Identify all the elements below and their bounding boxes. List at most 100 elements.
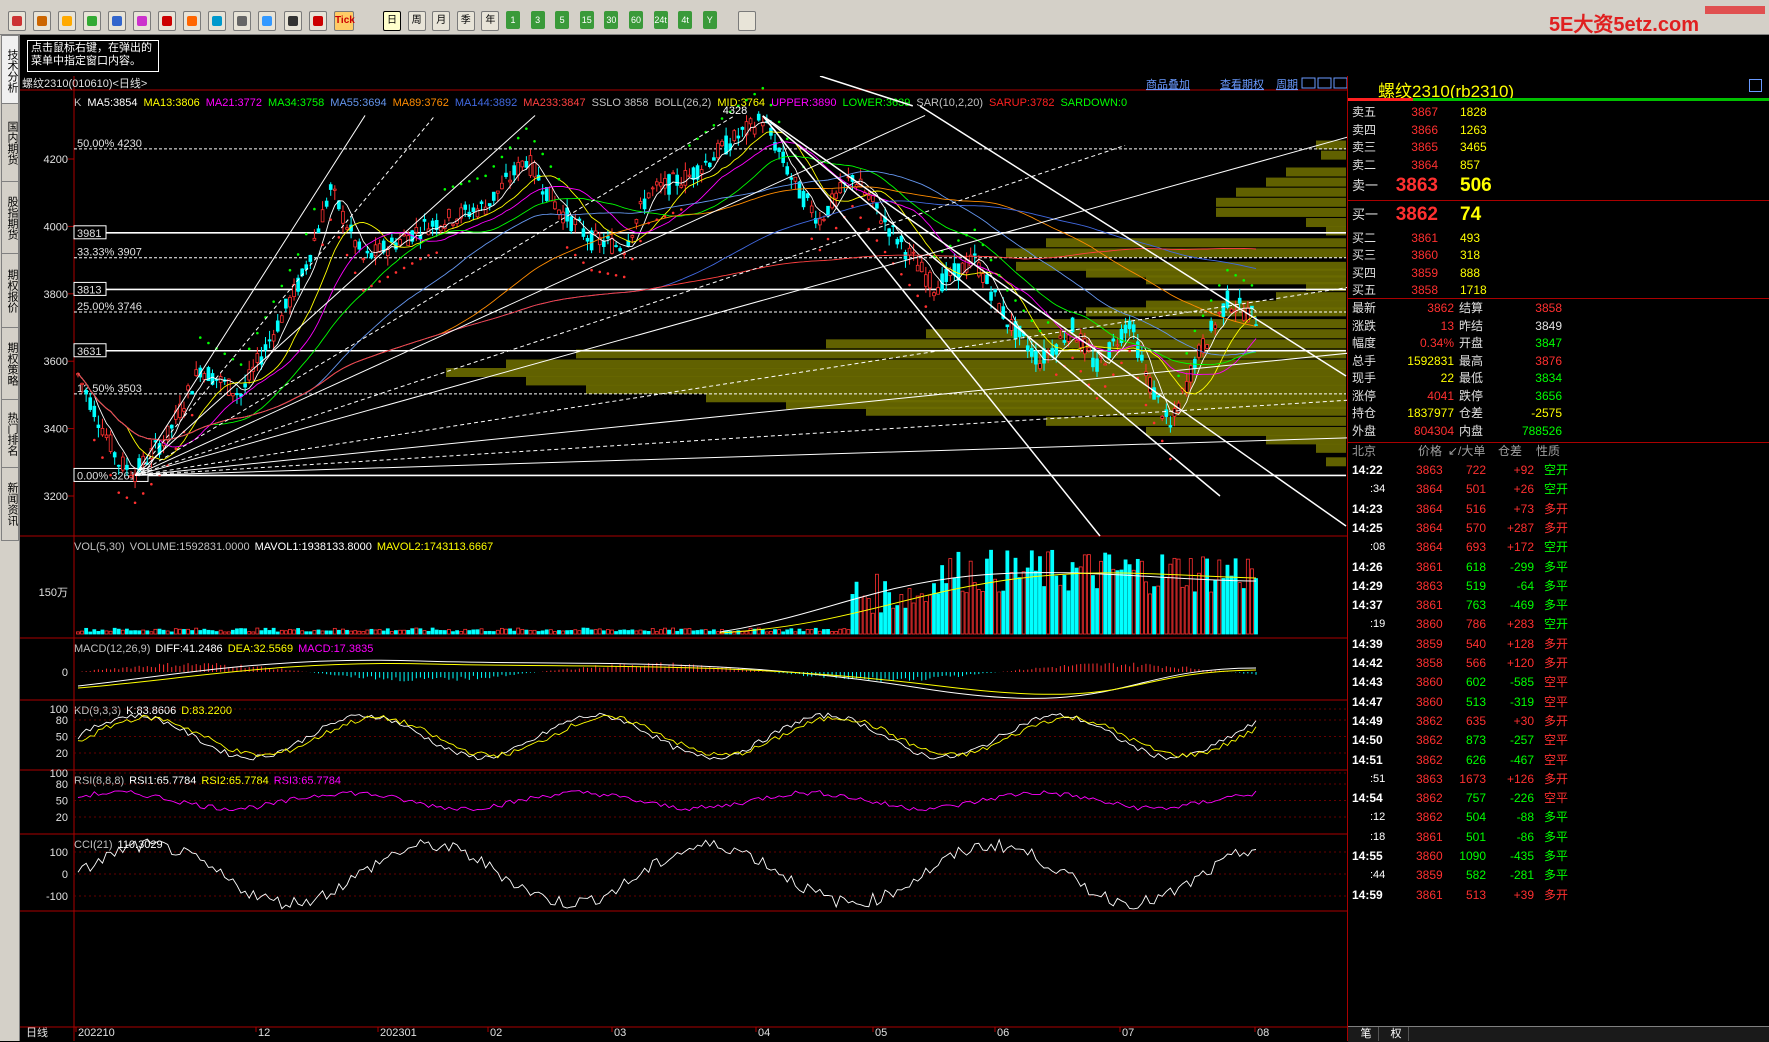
left-tab-2[interactable]: 股指期货	[1, 181, 19, 255]
home-icon[interactable]	[8, 11, 26, 31]
disk-icon[interactable]	[58, 11, 76, 31]
candle-body	[284, 298, 288, 309]
left-tab-6[interactable]: 新闻资讯	[1, 467, 19, 541]
candle-body	[740, 126, 745, 130]
period-11-button[interactable]: 24t	[653, 11, 668, 29]
volume-bar	[528, 630, 533, 635]
tick-time: 14:22	[1352, 463, 1383, 477]
volume-profile-bar	[1236, 187, 1346, 197]
stat-value: 788526	[1521, 423, 1562, 438]
pen-icon[interactable]	[183, 11, 201, 31]
period-1-button[interactable]: 周	[407, 11, 426, 31]
left-tab-0[interactable]: 技术分析	[1, 35, 19, 107]
tick-nature: 空平	[1543, 733, 1568, 748]
sar-dot	[1046, 321, 1050, 324]
period-6-button[interactable]: 3	[530, 11, 545, 29]
period-10-button[interactable]: 60	[629, 11, 643, 29]
tick-price: 3861	[1416, 887, 1443, 902]
tick-row: 14:47 3860 513 -319 空平	[1348, 694, 1570, 711]
kline-chart-area[interactable]: 螺纹2310(010610)<日线> 商品叠加 查看期权 周期 K MA5:3854 MA1…	[20, 76, 1347, 1041]
volume-bar	[830, 631, 834, 635]
tick-row: 14:51 3862 626 -467 空平	[1348, 752, 1570, 769]
tick-price: 3860	[1416, 694, 1443, 709]
refresh-icon[interactable]	[83, 11, 101, 31]
new-icon[interactable]	[258, 11, 276, 31]
period-9-button[interactable]: 30	[604, 11, 619, 29]
left-tab-4[interactable]: 期权策略	[1, 327, 19, 401]
volume-bar	[1062, 575, 1067, 635]
sar-dot	[875, 239, 879, 242]
volume-bar	[206, 629, 211, 635]
close-icon[interactable]	[1705, 6, 1765, 14]
volume-bar	[210, 630, 215, 635]
period-8-button[interactable]: 15	[579, 11, 594, 29]
candle-body	[549, 186, 553, 202]
volume-bar	[1095, 588, 1099, 635]
panel-window-icon[interactable]	[1749, 79, 1762, 92]
candle-body	[390, 237, 394, 243]
candle-body	[316, 228, 321, 233]
tick-icon[interactable]: Tick	[334, 11, 355, 31]
volume-bar	[630, 629, 635, 635]
legend-item: MA21:3772	[206, 97, 262, 109]
zoom-out-icon[interactable]	[133, 11, 151, 31]
sar-dot	[655, 218, 659, 221]
kd-tick: 20	[56, 748, 68, 760]
draw-icon[interactable]	[158, 11, 176, 31]
tick-volume: 763	[1465, 598, 1486, 613]
left-tab-1[interactable]: 国内期货	[1, 103, 19, 183]
tick-nature: 多平	[1543, 849, 1568, 863]
stat-row: 涨跌 13 昨结 3849	[1348, 318, 1570, 335]
volume-bar	[1029, 550, 1034, 635]
period-7-button[interactable]: 5	[555, 11, 570, 29]
period-4-button[interactable]: 年	[481, 11, 500, 31]
candle-body	[169, 424, 174, 429]
tick-header: 北京 价格 ↙/大单 仓差 性质	[1348, 443, 1570, 460]
candle-body	[879, 220, 883, 224]
sar-dot	[916, 294, 919, 298]
candle-body	[553, 201, 557, 210]
tick-oi-change: +172	[1506, 540, 1534, 555]
cursor-icon[interactable]	[233, 11, 251, 31]
candle-body	[671, 172, 675, 175]
ask-volume: 1263	[1460, 122, 1487, 137]
glyph	[187, 16, 197, 26]
volume-bar	[769, 630, 773, 635]
volume-bar	[389, 631, 394, 635]
left-tab-5[interactable]: 热门排名	[1, 399, 19, 469]
volume-bar	[402, 629, 406, 635]
tick-price: 3862	[1416, 791, 1443, 806]
candle-body	[92, 405, 97, 418]
chart-icon[interactable]	[309, 11, 327, 31]
sar-dot	[1022, 309, 1025, 312]
tick-oi-change: +126	[1506, 771, 1534, 786]
hint-tooltip: 点击鼠标右键，在弹出的菜单中指定窗口内容。	[27, 40, 159, 72]
bottom-tab-1[interactable]: 权	[1384, 1027, 1409, 1041]
left-tab-3[interactable]: 期权报价	[1, 253, 19, 329]
volume-bar	[601, 630, 606, 635]
period-13-button[interactable]: Y	[702, 11, 717, 29]
top-link-2[interactable]: 周期	[1276, 78, 1298, 91]
bottom-tab-0[interactable]: 笔	[1354, 1027, 1379, 1041]
tick-oi-change: +120	[1506, 656, 1534, 670]
candle-body	[871, 195, 875, 202]
volume-bar	[1144, 581, 1148, 635]
filter-icon[interactable]	[208, 11, 226, 31]
top-link-0[interactable]: 商品叠加	[1146, 77, 1190, 91]
period-0-button[interactable]: 日	[383, 11, 401, 31]
period-3-button[interactable]: 季	[456, 11, 475, 31]
sar-dot	[1030, 319, 1034, 323]
period-5-button[interactable]: 1	[506, 11, 520, 29]
period-12-button[interactable]: 4t	[678, 11, 693, 29]
period-2-button[interactable]: 月	[432, 11, 451, 31]
tick-price: 3860	[1416, 849, 1443, 863]
volume-bar	[565, 630, 570, 635]
top-link-1[interactable]: 查看期权	[1220, 77, 1264, 91]
sar-dot	[924, 305, 928, 308]
pane-legend-item: K:83.8606	[126, 705, 176, 717]
book-icon[interactable]	[33, 11, 51, 31]
zoom-in-icon[interactable]	[108, 11, 126, 31]
candle-body	[805, 193, 810, 199]
screen-icon[interactable]	[738, 11, 756, 31]
table-icon[interactable]	[284, 11, 302, 31]
